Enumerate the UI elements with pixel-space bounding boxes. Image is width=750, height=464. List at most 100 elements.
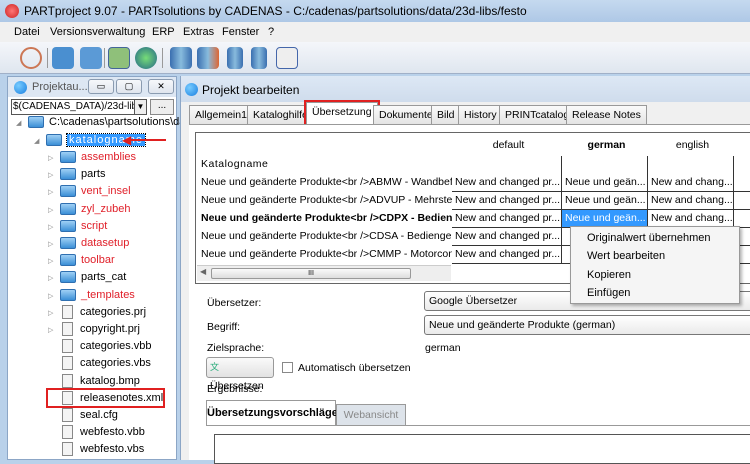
expand-icon[interactable]: ▷ xyxy=(48,254,56,270)
tree-node[interactable]: categories.vbs xyxy=(48,355,151,371)
tree-node[interactable]: webfesto.vbs xyxy=(48,441,144,457)
tree-node[interactable]: ▷ _templates xyxy=(48,287,135,303)
tree-node[interactable]: categories.vbb xyxy=(48,338,152,354)
expand-icon[interactable]: ▷ xyxy=(48,220,56,236)
tree-label: datasetup xyxy=(81,237,130,249)
grid-cell-german[interactable]: Neue und geän... xyxy=(562,174,648,192)
grid-cell-default[interactable]: New and changed pr... xyxy=(452,174,562,192)
tab-printcatalog[interactable]: PRINTcatalog xyxy=(499,105,576,124)
app-icon xyxy=(5,4,19,18)
column-header-default[interactable]: default xyxy=(452,137,562,155)
grid-cell-default[interactable]: New and changed pr... xyxy=(452,228,562,246)
menu-datei[interactable]: Datei xyxy=(14,26,40,38)
panel-header: Projektau... ▭ ▢ ✕ xyxy=(8,77,176,97)
tree-node[interactable]: ▷ categories.prj xyxy=(48,304,146,320)
expand-icon[interactable]: ▷ xyxy=(48,271,56,287)
file-icon xyxy=(62,390,73,405)
tab-release-notes[interactable]: Release Notes xyxy=(566,105,647,124)
panel-icon xyxy=(185,83,198,96)
tab-history[interactable]: History xyxy=(458,105,503,124)
menu-fenster[interactable]: Fenster xyxy=(222,26,259,38)
tab-dokumente[interactable]: Dokumente xyxy=(373,105,439,124)
image-icon[interactable] xyxy=(108,47,130,69)
results-label: Ergebnisse: xyxy=(207,383,263,395)
context-menu: Originalwert übernehmen Wert bearbeiten … xyxy=(570,226,740,304)
tree-node[interactable]: seal.cfg xyxy=(48,407,118,423)
tab-kataloghilfe[interactable]: Kataloghilfe xyxy=(247,105,314,124)
tree-node[interactable]: ▷ vent_insel xyxy=(48,183,131,199)
tab-bild[interactable]: Bild xyxy=(431,105,461,124)
expand-icon[interactable]: ▷ xyxy=(48,323,56,339)
chevron-down-icon[interactable]: ▼ xyxy=(134,100,146,114)
database-users-icon[interactable] xyxy=(197,47,219,69)
expand-icon[interactable]: ▷ xyxy=(48,151,56,167)
term-select[interactable]: Neue und geänderte Produkte (german) xyxy=(424,315,750,335)
tab-allgemein1[interactable]: Allgemein1 xyxy=(189,105,253,124)
auto-translate-checkbox[interactable] xyxy=(282,362,293,373)
expand-icon[interactable]: ▷ xyxy=(48,203,56,219)
menu-erp[interactable]: ERP xyxy=(152,26,175,38)
grid-cell-default[interactable]: New and changed pr... xyxy=(452,210,562,228)
tree-node[interactable]: ▷ datasetup xyxy=(48,235,129,251)
menu-item-original-value[interactable]: Originalwert übernehmen xyxy=(587,232,711,244)
scroll-left-icon[interactable]: ◀ xyxy=(200,267,206,276)
search-text-icon[interactable] xyxy=(20,47,42,69)
tree-label: _templates xyxy=(81,288,135,301)
tree-label: categories.vbs xyxy=(80,357,151,370)
tab-uebersetzung[interactable]: Übersetzung xyxy=(304,100,380,126)
folder-icon xyxy=(60,237,76,250)
tree-node[interactable]: katalog.bmp xyxy=(48,373,140,389)
tree-node[interactable]: ▷ copyright.prj xyxy=(48,321,140,337)
menu-item-paste[interactable]: Einfügen xyxy=(587,287,630,299)
close-button[interactable]: ✕ xyxy=(148,79,174,94)
database-help-icon[interactable] xyxy=(251,47,267,69)
menu-extras[interactable]: Extras xyxy=(183,26,214,38)
grid-cell-english[interactable]: New and chang... xyxy=(648,174,734,192)
menu-help[interactable]: ? xyxy=(268,26,274,38)
tree-node[interactable]: ▷ assemblies xyxy=(48,149,136,165)
tree-node[interactable]: ▷ toolbar xyxy=(48,252,115,268)
translate-button[interactable]: 文Übersetzen xyxy=(206,357,274,392)
expand-icon[interactable]: ▷ xyxy=(48,237,56,253)
table-icon[interactable] xyxy=(276,47,298,69)
browse-button[interactable]: ... xyxy=(150,99,174,115)
grid-cell-x[interactable] xyxy=(734,192,750,210)
tree-root[interactable]: ◢ C:\cadenas\partsolutions\data xyxy=(16,114,195,130)
expand-icon[interactable]: ▷ xyxy=(48,168,56,184)
grid-cell-english[interactable]: New and chang... xyxy=(648,192,734,210)
menu-versionsverwaltung[interactable]: Versionsverwaltung xyxy=(50,26,145,38)
tree-label: katalog.bmp xyxy=(80,374,140,387)
save-all-icon[interactable] xyxy=(80,47,102,69)
grid-cell-default[interactable]: New and changed pr... xyxy=(452,192,562,210)
save-icon[interactable] xyxy=(52,47,74,69)
menu-item-edit-value[interactable]: Wert bearbeiten xyxy=(587,250,665,262)
database-key-icon[interactable] xyxy=(170,47,192,69)
tab-suggestions[interactable]: Übersetzungsvorschläge xyxy=(206,400,338,425)
column-header-german[interactable]: german xyxy=(562,137,648,155)
database-icon[interactable] xyxy=(227,47,243,69)
menu-item-copy[interactable]: Kopieren xyxy=(587,269,631,281)
tab-web-view[interactable]: Webansicht xyxy=(336,404,406,425)
scroll-thumb[interactable]: III xyxy=(211,268,411,279)
expand-icon[interactable]: ▷ xyxy=(48,185,56,201)
folder-icon xyxy=(60,219,76,232)
horizontal-scrollbar[interactable]: ◀ III xyxy=(197,265,451,281)
grid-cell-x[interactable] xyxy=(734,174,750,192)
tree-label: zyl_zubeh xyxy=(81,202,131,215)
tree-node[interactable]: webfesto.vbb xyxy=(48,424,145,440)
tree-node[interactable]: ▷ script xyxy=(48,218,107,234)
maximize-button[interactable]: ▢ xyxy=(116,79,142,94)
tree-node[interactable]: releasenotes.xml xyxy=(45,387,166,408)
expand-icon[interactable]: ▷ xyxy=(48,289,56,305)
path-combo[interactable]: $(CADENAS_DATA)/23d-libs ▼ xyxy=(11,99,147,115)
grid-cell-german[interactable]: Neue und geän... xyxy=(562,192,648,210)
globe-icon[interactable] xyxy=(135,47,157,69)
column-header-english[interactable]: english xyxy=(648,137,734,155)
panel-icon xyxy=(14,81,27,94)
tree-node[interactable]: ▷ parts_cat xyxy=(48,269,126,285)
tree-node[interactable]: ▷ zyl_zubeh xyxy=(48,201,131,217)
tree-node[interactable]: ▷ parts xyxy=(48,166,105,182)
minimize-button[interactable]: ▭ xyxy=(88,79,114,94)
expand-icon[interactable]: ▷ xyxy=(48,306,56,322)
grid-cell-default[interactable]: New and changed pr... xyxy=(452,246,562,264)
